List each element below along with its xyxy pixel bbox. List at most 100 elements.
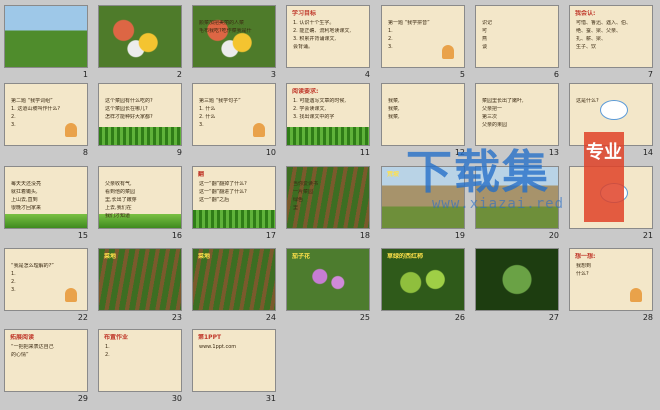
slide-text-line: 我们才知道 xyxy=(105,213,131,219)
slide-text-line: 2. 学会读课文, xyxy=(293,106,326,112)
slide-thumbnail-17[interactable]: 翻这一“翻”翻掉了什么? 这一“翻”翻进了什么? 这一“翻”之后 17 xyxy=(192,166,276,246)
slide-text-line: 这个菜园长在哪儿? xyxy=(105,106,148,112)
slide-preview: 第一题 “我学拼音” 1. 2. 3. xyxy=(381,5,465,68)
slide-text-line: 扎、薪、梁、 xyxy=(576,36,607,42)
slide-number: 9 xyxy=(176,148,182,157)
slide-thumbnail-11[interactable]: 阅读要求: 1. 可能遇写文章的时候, 2. 学会读课文, 3. 找出课文中的字 11 xyxy=(286,83,370,163)
slide-number: 11 xyxy=(359,148,370,157)
slide-thumbnail-21[interactable]: 21 xyxy=(569,166,653,246)
slide-thumbnail-29[interactable]: 拓展阅读 “一把把来表达自己 的心情” 29 xyxy=(4,329,88,409)
slide-preview: 荒坡 xyxy=(381,166,465,229)
slide-thumbnail-24[interactable]: 菜地 24 xyxy=(192,248,276,328)
slide-thumbnail-31[interactable]: 第1PPT www.1ppt.com 31 xyxy=(192,329,276,409)
slide-text-line: 2. xyxy=(11,279,16,285)
slide-text-line: 2. xyxy=(388,36,393,42)
slide-text-line: 3. 找出课文中的字 xyxy=(293,114,335,120)
slide-thumbnail-8[interactable]: 第二题 “我学词组” 1. 这道山坡叫作什么? 2. 3. 8 xyxy=(4,83,88,163)
slide-thumbnail-10[interactable]: 第三题 “我学句子” 1. 什么 2. 什么 3. 10 xyxy=(192,83,276,163)
slide-text-line: 燕 xyxy=(482,36,488,42)
slide-text-line: 第二题 “我学词组” xyxy=(11,98,53,104)
field-decoration xyxy=(5,214,87,228)
slide-thumbnail-16[interactable]: 父亲收有气, 看到他的菜园 里,长出了嫩芽 上去,我们在 我们才知道 16 xyxy=(98,166,182,246)
slide-preview xyxy=(569,166,653,229)
slide-thumbnail-25[interactable]: 茄子花 25 xyxy=(286,248,370,328)
slide-number: 31 xyxy=(265,394,276,403)
slide-thumbnail-22[interactable]: “我是怎么理解的?” 1. 2. 3. 22 xyxy=(4,248,88,328)
slide-text-line: 3. xyxy=(11,287,16,293)
slide-thumbnail-19[interactable]: 荒坡 19 xyxy=(381,166,465,246)
slide-text-line: 3. xyxy=(199,122,204,128)
slide-number: 25 xyxy=(359,313,370,322)
slide-title: 草绿的西红柿 xyxy=(387,253,424,260)
slide-title: 第1PPT xyxy=(198,334,222,341)
slide-thumbnail-13[interactable]: 菜园里长出了嫩叶, 父亲把一 第三次 父亲的果园 13 xyxy=(475,83,559,163)
slide-preview: 父亲收有气, 看到他的菜园 里,长出了嫩芽 上去,我们在 我们才知道 xyxy=(98,166,182,229)
slide-thumbnail-23[interactable]: 菜地 23 xyxy=(98,248,182,328)
slide-preview: 茄子花 xyxy=(286,248,370,311)
slide-thumbnail-3[interactable]: 颜菜加把美丽的人菜 毛布我吃?吃作菜我是什 3 xyxy=(192,5,276,85)
slide-text-line: 2. xyxy=(105,352,110,358)
slide-preview xyxy=(98,5,182,68)
slide-preview: 当你爱读书 一片菜园 绿色里 xyxy=(286,166,370,229)
slide-text-line: 这一“翻”翻进了什么? xyxy=(199,189,247,195)
slide-text-line: 这一“翻”翻掉了什么? xyxy=(199,181,247,187)
slide-preview: 草绿的西红柿 xyxy=(381,248,465,311)
slide-number: 29 xyxy=(77,394,88,403)
slide-text-line: 这个菜园有什么吃的? xyxy=(105,98,153,104)
slide-preview: 这个菜园有什么吃的? 这个菜园长在哪儿? 怎样才能种好大家都? xyxy=(98,83,182,146)
grass-decoration xyxy=(99,127,181,145)
slide-text-line: 1. 可能遇写文章的时候, xyxy=(293,98,346,104)
slide-thumbnail-27[interactable]: 27 xyxy=(475,248,559,328)
slide-text-line: 识记 xyxy=(482,20,493,26)
slide-text-line: 第三题 “我学句子” xyxy=(199,98,241,104)
slide-number: 17 xyxy=(265,231,276,240)
slide-thumbnail-12[interactable]: 我菜, 我菜, 我菜, 12 xyxy=(381,83,465,163)
slide-thumbnail-4[interactable]: 学习目标 1. 认识十个生字。 2. 能正确、流利地读课文, 3. 积累并背诵课文, … xyxy=(286,5,370,85)
cartoon-figure-icon xyxy=(630,288,642,302)
slide-text-line: 什么? xyxy=(576,271,589,277)
slide-text-line: 看到他的菜园 xyxy=(105,189,136,195)
slide-number: 21 xyxy=(642,231,653,240)
slide-thumbnail-7[interactable]: 我会认: 可惜、鲁迅、遇入、伯、 绝、蚕、梁、父亲、 扎、薪、梁、 生子、饮 7 xyxy=(569,5,653,85)
slide-thumbnail-18[interactable]: 当你爱读书 一片菜园 绿色里 18 xyxy=(286,166,370,246)
slide-thumbnail-20[interactable]: 20 xyxy=(475,166,559,246)
slide-preview: 拓展阅读 “一把把来表达自己 的心情” xyxy=(4,329,88,392)
slide-text-line: 我菜, xyxy=(388,98,400,104)
slide-text-line: 怎样才能种好大家都? xyxy=(105,114,153,120)
slide-thumbnail-5[interactable]: 第一题 “我学拼音” 1. 2. 3. 5 xyxy=(381,5,465,85)
slide-text-line: 3. xyxy=(388,44,393,50)
slide-text-line: 这是什么? xyxy=(576,98,599,104)
slide-number: 12 xyxy=(454,148,465,157)
slide-title: 我会认: xyxy=(575,10,596,17)
grass-decoration xyxy=(287,127,369,145)
slide-thumbnail-9[interactable]: 这个菜园有什么吃的? 这个菜园长在哪儿? 怎样才能种好大家都? 9 xyxy=(98,83,182,163)
slide-thumbnail-28[interactable]: 想一想: 我想到 什么? 28 xyxy=(569,248,653,328)
slide-preview xyxy=(4,5,88,68)
slide-title: 茄子花 xyxy=(292,253,311,260)
slide-thumbnail-1[interactable]: 1 xyxy=(4,5,88,85)
slide-thumbnail-14[interactable]: 这是什么? 14 xyxy=(569,83,653,163)
slide-number: 30 xyxy=(171,394,182,403)
speech-bubble-icon xyxy=(600,183,628,203)
slide-preview: 第1PPT www.1ppt.com xyxy=(192,329,276,392)
slide-text-line: 3. xyxy=(11,122,16,128)
slide-preview: 我菜, 我菜, 我菜, xyxy=(381,83,465,146)
slide-number: 5 xyxy=(459,70,465,79)
slide-text-line: 1. xyxy=(11,271,16,277)
slide-text-line: 颜菜加把美丽的人菜 xyxy=(199,20,245,26)
slide-thumbnail-6[interactable]: 识记可燕谈 6 xyxy=(475,5,559,85)
slide-thumbnail-15[interactable]: 每天天还没亮 就扛着锄头, 上山去,直到 很晚才回家来 15 xyxy=(4,166,88,246)
slide-text-line: 绿色 xyxy=(293,197,304,203)
slide-title: 布置作业 xyxy=(104,334,129,341)
slide-text-line: 可惜、鲁迅、遇入、伯、 xyxy=(576,20,632,26)
slide-preview: 菜地 xyxy=(98,248,182,311)
slide-text-line: 我想到 xyxy=(576,263,592,269)
slide-thumbnail-30[interactable]: 布置作业 1. 2. 30 xyxy=(98,329,182,409)
slide-text-line: 父亲的果园 xyxy=(482,122,508,128)
slide-text-line: 这一“翻”之后 xyxy=(199,197,230,203)
slide-thumbnail-26[interactable]: 草绿的西红柿 26 xyxy=(381,248,465,328)
slide-text-line: 的心情” xyxy=(11,352,29,358)
slide-text-line: 生子、饮 xyxy=(576,44,597,50)
slide-thumbnail-2[interactable]: 2 xyxy=(98,5,182,85)
slide-preview: 菜园里长出了嫩叶, 父亲把一 第三次 父亲的果园 xyxy=(475,83,559,146)
